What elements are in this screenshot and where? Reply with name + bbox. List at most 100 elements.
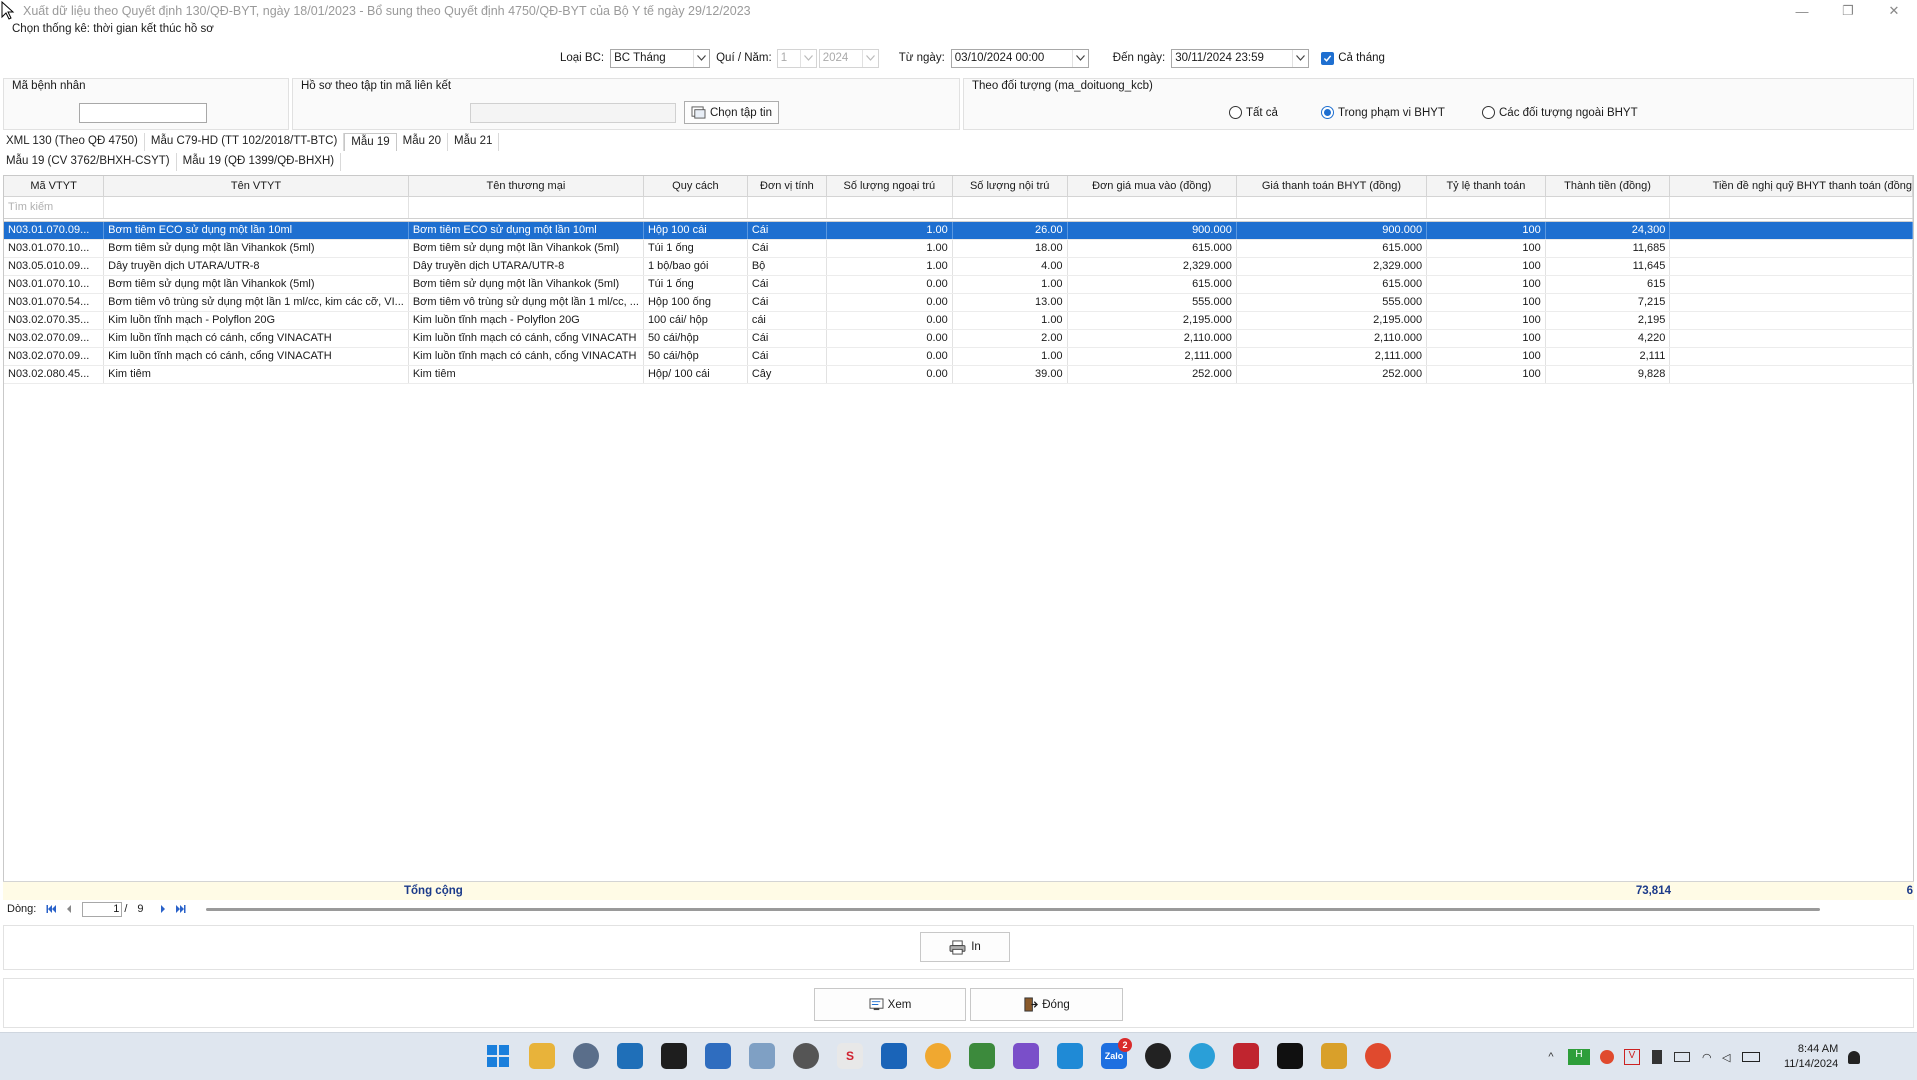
whole-month-checkbox[interactable]: Cả tháng [1321, 51, 1385, 65]
prev-page-icon[interactable] [62, 902, 76, 916]
spreadsheet-app-icon[interactable] [969, 1043, 995, 1069]
terminal-icon[interactable] [661, 1043, 687, 1069]
wifi-icon[interactable]: ◠ [1702, 1051, 1718, 1064]
patient-code-input[interactable] [79, 103, 207, 123]
sun-app-icon[interactable] [925, 1043, 951, 1069]
column-header[interactable]: Đơn giá mua vào (đồng) [1067, 176, 1237, 197]
tab-mau19[interactable]: Mẫu 19 [344, 133, 397, 151]
tab-mau20[interactable]: Mẫu 20 [397, 133, 449, 151]
chevron-up-icon[interactable]: ^ [1540, 1051, 1562, 1063]
view-button[interactable]: Xem [814, 988, 966, 1021]
tray-v-icon[interactable]: V [1624, 1049, 1640, 1065]
horizontal-scrollbar[interactable] [205, 907, 1820, 911]
report-type-select[interactable]: BC Tháng [610, 48, 711, 68]
choose-file-button[interactable]: Chọn tập tin [684, 101, 779, 124]
page-number-input[interactable]: 1 [82, 901, 123, 917]
to-date-picker[interactable]: 30/11/2024 23:59 [1171, 48, 1310, 68]
search-app-icon[interactable] [617, 1043, 643, 1069]
performance-monitor-icon[interactable] [749, 1043, 775, 1069]
from-date-picker[interactable]: 03/10/2024 00:00 [950, 48, 1089, 68]
keyboard-icon[interactable] [1674, 1052, 1690, 1062]
filter-cell[interactable] [1426, 196, 1546, 219]
notification-bell-icon[interactable] [1848, 1050, 1861, 1064]
filter-cell[interactable] [1669, 196, 1913, 219]
settings-icon[interactable] [573, 1043, 599, 1069]
table-row[interactable]: N03.01.070.09... Bơm tiêm ECO sử dụng một… [4, 221, 1913, 240]
table-cell: Túi 1 ống [643, 275, 748, 294]
radio-within-bhyt[interactable]: Trong phạm vi BHYT [1321, 106, 1445, 119]
battery-icon[interactable] [1742, 1052, 1760, 1062]
table-cell: 555.000 [1067, 293, 1237, 312]
telegram-icon[interactable] [1189, 1043, 1215, 1069]
linked-file-path-input[interactable] [470, 103, 676, 123]
close-button[interactable]: Đóng [970, 988, 1123, 1021]
table-row[interactable]: N03.01.070.54... Bơm tiêm vô trùng sử dụn… [4, 293, 1913, 312]
column-header[interactable]: Tỷ lệ thanh toán [1426, 176, 1546, 197]
clock[interactable]: 8:44 AM 11/14/2024 [1784, 1042, 1838, 1072]
table-row[interactable]: N03.02.070.09... Kim luồn tĩnh mạch có cá… [4, 347, 1913, 366]
filter-cell[interactable] [1236, 196, 1428, 219]
zalo-icon[interactable]: Zalo 2 [1101, 1038, 1132, 1069]
column-header[interactable]: Đơn vị tính [747, 176, 827, 197]
rider-icon[interactable] [1277, 1043, 1303, 1069]
quarter-select[interactable]: 1 [776, 48, 817, 68]
powershell-icon[interactable] [705, 1043, 731, 1069]
year-select[interactable]: 2024 [818, 48, 879, 68]
tab-mau19-cv3762[interactable]: Mẫu 19 (CV 3762/BHXH-CSYT) [0, 153, 177, 171]
maximize-button[interactable]: ❐ [1825, 0, 1871, 22]
tab-mau19-qd1399[interactable]: Mẫu 19 (QĐ 1399/QĐ-BHXH) [177, 153, 342, 171]
print-button[interactable]: In [920, 932, 1010, 962]
visual-studio-icon[interactable] [1013, 1043, 1039, 1069]
column-header[interactable]: Tiền đề nghị quỹ BHYT thanh toán (đồng [1669, 176, 1913, 197]
battery-status-icon[interactable] [1652, 1050, 1662, 1064]
column-header[interactable]: Thành tiền (đồng) [1545, 176, 1671, 197]
radio-all[interactable]: Tất cả [1229, 106, 1278, 119]
windows-start-icon[interactable] [485, 1043, 511, 1069]
tray-chrome-icon[interactable] [1600, 1050, 1614, 1064]
tray-h-icon[interactable]: H [1568, 1049, 1590, 1065]
table-row[interactable]: N03.05.010.09... Dây truyền dịch UTARA/UT… [4, 257, 1913, 276]
filter-cell[interactable] [1067, 196, 1237, 219]
package-app-icon[interactable] [1321, 1043, 1347, 1069]
vscode-icon[interactable] [1057, 1043, 1083, 1069]
minimize-button[interactable]: — [1779, 0, 1825, 22]
last-page-icon[interactable] [174, 902, 188, 916]
filter-cell[interactable] [826, 196, 953, 219]
red-app-icon[interactable]: S [837, 1043, 863, 1069]
filter-cell[interactable] [747, 196, 827, 219]
tab-mau21[interactable]: Mẫu 21 [448, 133, 500, 151]
chatgpt-icon[interactable] [1145, 1043, 1171, 1069]
file-explorer-icon[interactable] [529, 1043, 555, 1069]
column-header[interactable]: Số lượng ngoại trú [826, 176, 953, 197]
volume-icon[interactable]: ◁ [1722, 1051, 1738, 1064]
column-header[interactable]: Tên thương mại [408, 176, 644, 197]
tray-app-icon[interactable] [1409, 1043, 1435, 1069]
chrome-icon[interactable] [1365, 1043, 1391, 1069]
filter-cell[interactable] [1545, 196, 1671, 219]
table-row[interactable]: N03.02.080.45... Kim tiêm Kim tiêm Hộp/ 100… [4, 365, 1913, 384]
sync-app-icon[interactable] [881, 1043, 907, 1069]
filter-cell[interactable] [103, 196, 409, 219]
filter-cell[interactable] [643, 196, 748, 219]
column-header[interactable]: Tên VTYT [103, 176, 409, 197]
table-row[interactable]: N03.02.070.35... Kim luồn tĩnh mạch - Pol… [4, 311, 1913, 330]
filter-cell[interactable] [408, 196, 644, 219]
filter-cell[interactable] [952, 196, 1068, 219]
next-page-icon[interactable] [156, 902, 170, 916]
column-header[interactable]: Mã VTYT [4, 176, 105, 197]
first-page-icon[interactable] [44, 902, 58, 916]
tab-c79hd[interactable]: Mẫu C79-HD (TT 102/2018/TT-BTC) [145, 133, 345, 151]
table-row[interactable]: N03.02.070.09... Kim luồn tĩnh mạch có cá… [4, 329, 1913, 348]
column-header[interactable]: Quy cách [643, 176, 748, 197]
column-header[interactable]: Số lượng nội trú [952, 176, 1068, 197]
table-row[interactable]: N03.01.070.10... Bơm tiêm sử dụng một lần… [4, 275, 1913, 294]
table-row[interactable]: N03.01.070.10... Bơm tiêm sử dụng một lần… [4, 239, 1913, 258]
star-app-icon[interactable] [1233, 1043, 1259, 1069]
table-cell: Túi 1 ống [643, 239, 748, 258]
search-input[interactable]: Tìm kiếm [4, 196, 105, 219]
tab-xml130[interactable]: XML 130 (Theo QĐ 4750) [0, 133, 145, 151]
clock-app-icon[interactable] [793, 1043, 819, 1069]
radio-outside-bhyt[interactable]: Các đối tượng ngoài BHYT [1482, 106, 1638, 119]
close-window-button[interactable]: ✕ [1871, 0, 1917, 22]
column-header[interactable]: Giá thanh toán BHYT (đồng) [1236, 176, 1428, 197]
